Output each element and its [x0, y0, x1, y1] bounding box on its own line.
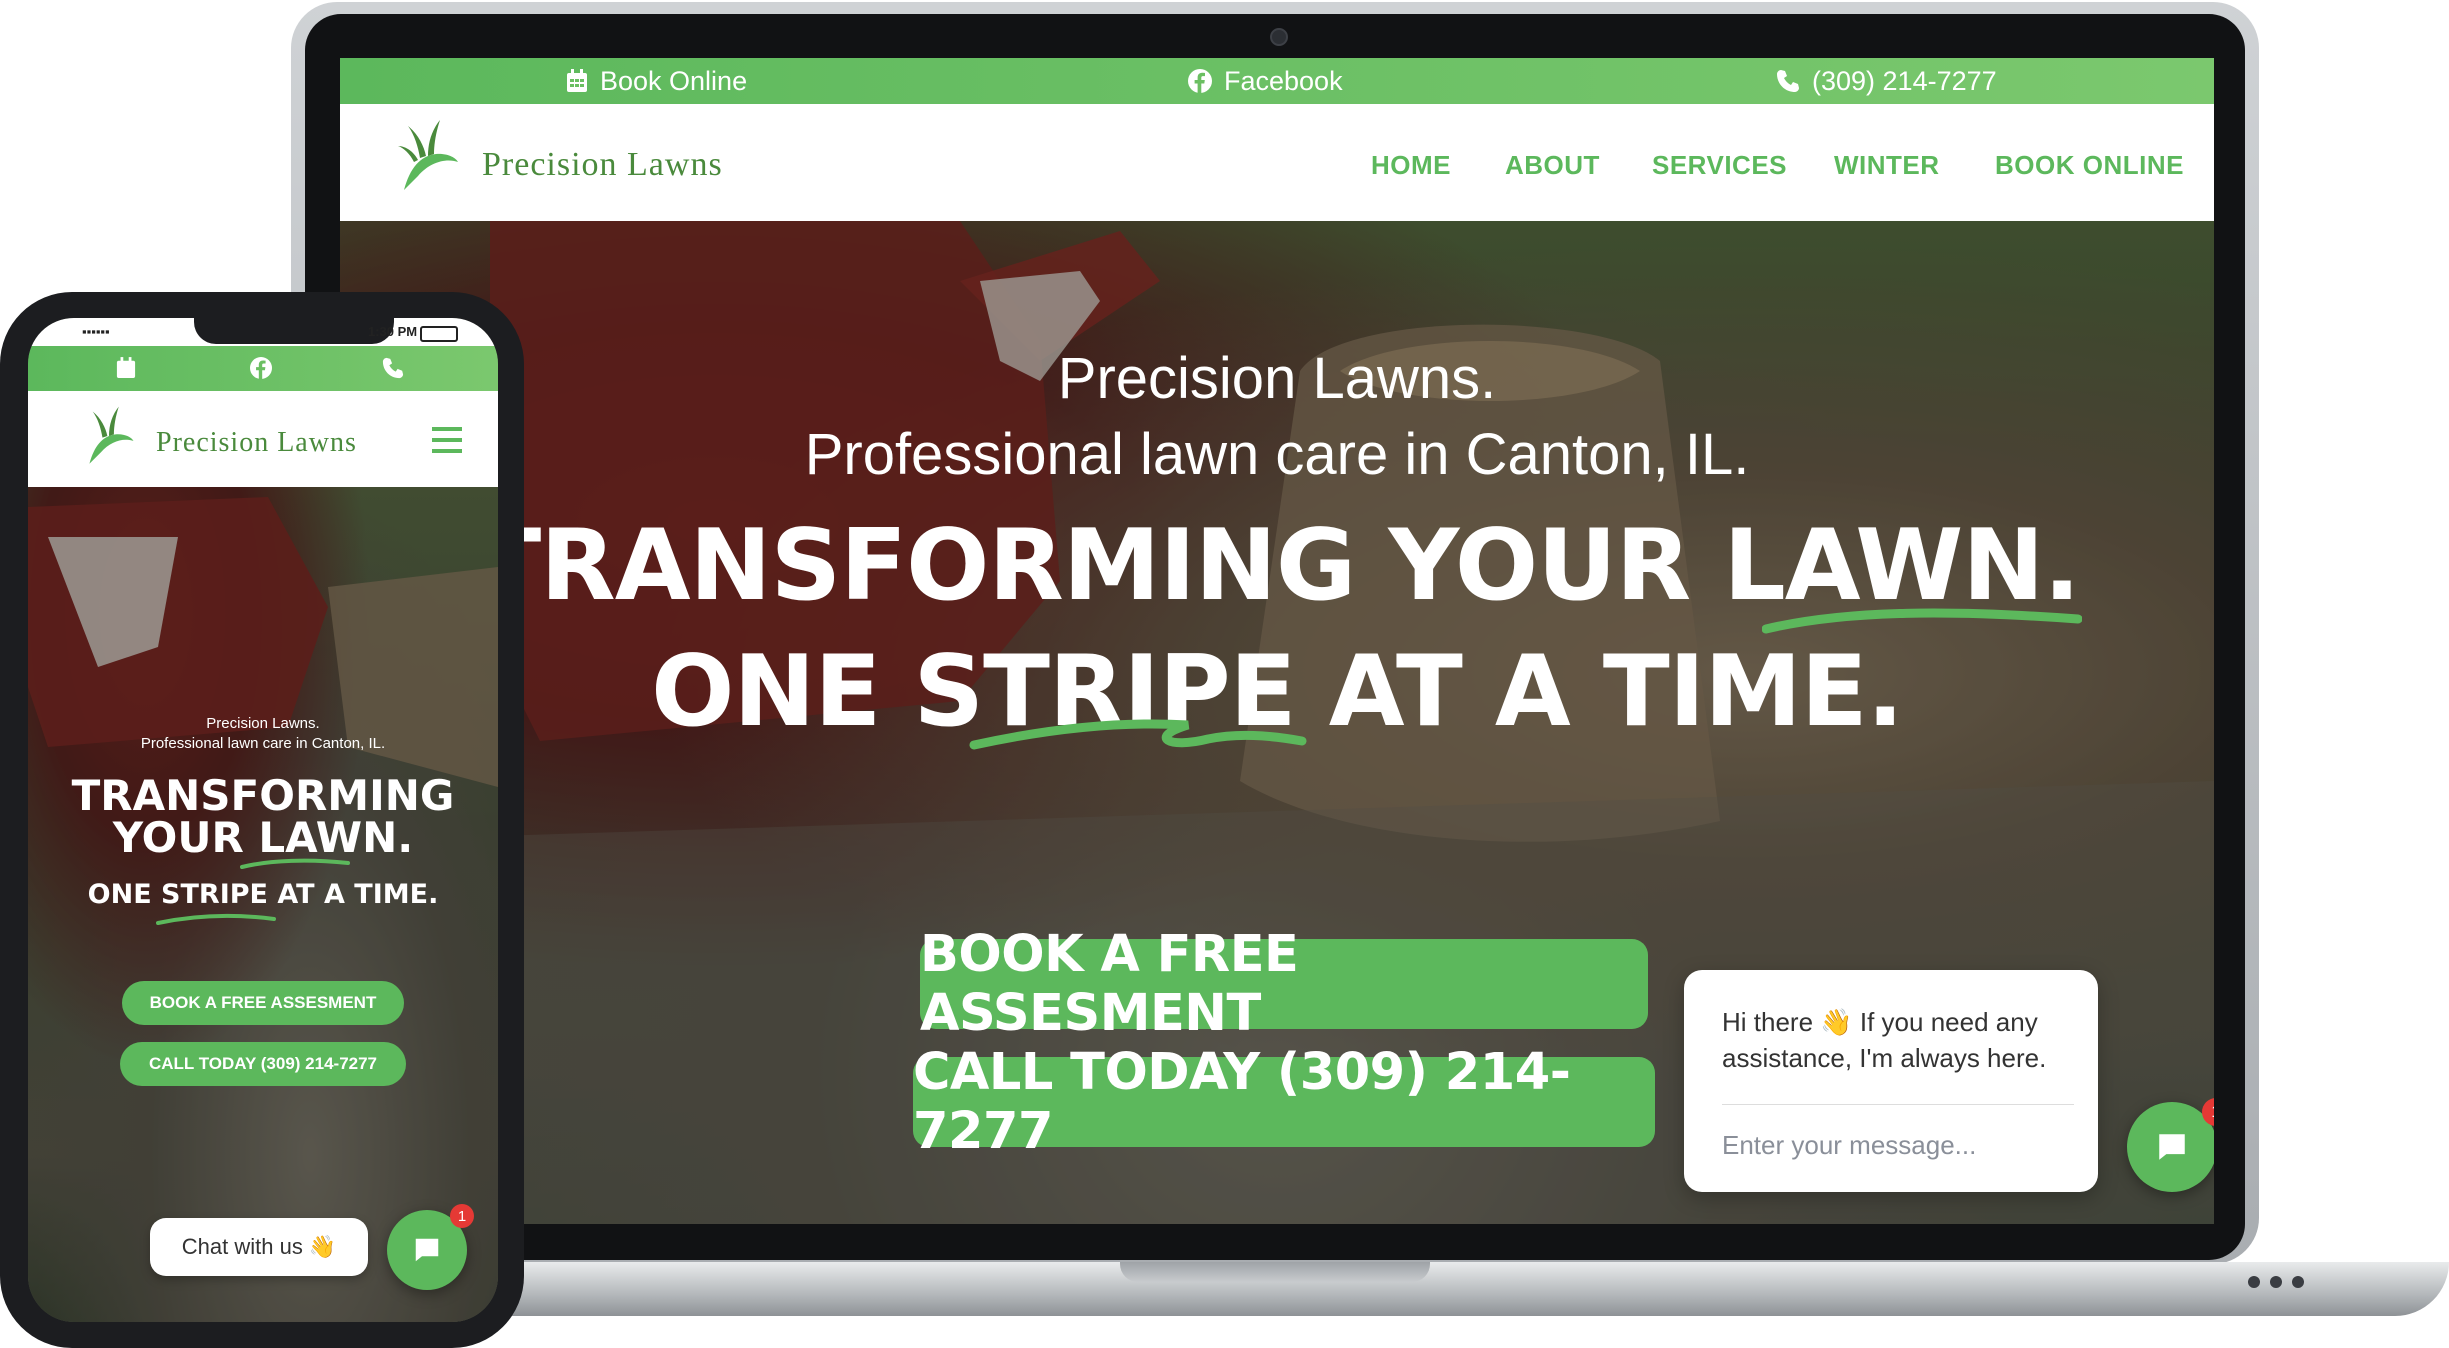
chat-launcher-button[interactable] — [2127, 1102, 2214, 1192]
wave-emoji-icon: 👋 — [1820, 1007, 1853, 1037]
facebook-icon — [1188, 69, 1212, 93]
mobile-chat-unread-badge: 1 — [450, 1204, 474, 1228]
phone-notch — [194, 318, 394, 344]
stripe-underline-swoosh — [156, 913, 276, 925]
lawn-underline-swoosh — [1762, 608, 2082, 634]
mobile-hero-line2: Professional lawn care in Canton, IL. — [140, 735, 386, 752]
battery-icon — [420, 326, 458, 342]
phone-icon — [1777, 70, 1799, 92]
chat-greeting: Hi there 👋 If you need any assistance, I… — [1722, 1004, 2072, 1076]
contact-bar: Book Online Facebook (309) 214-7277 — [340, 58, 2214, 104]
chat-popup[interactable]: Hi there 👋 If you need any assistance, I… — [1684, 970, 2098, 1192]
mobile-hero-headline-3: ONE STRIPE AT A TIME. — [87, 879, 439, 910]
main-navigation: Precision Lawns HOME ABOUT SERVICES WINT… — [340, 104, 2214, 221]
laptop-hinge-notch — [1120, 1262, 1430, 1282]
nav-about[interactable]: ABOUT — [1505, 150, 1600, 181]
phone-link[interactable]: (309) 214-7277 — [1776, 58, 1997, 104]
brand-name[interactable]: Precision Lawns — [482, 146, 723, 184]
laptop-indicator-lights — [2248, 1276, 2304, 1288]
lawn-underline-swoosh — [240, 858, 350, 869]
brand-name[interactable]: Precision Lawns — [156, 427, 357, 459]
nav-book-online[interactable]: BOOK ONLINE — [1995, 150, 2184, 181]
chat-greeting-pre: Hi there — [1722, 1007, 1814, 1037]
laptop-camera — [1270, 28, 1288, 46]
book-online-link[interactable]: Book Online — [566, 58, 747, 104]
phone-signal: ▪▪▪▪▪▪ — [82, 324, 110, 339]
chat-divider — [1722, 1104, 2074, 1105]
wave-emoji-icon: 👋 — [308, 1234, 337, 1259]
phone-label: (309) 214-7277 — [1812, 65, 1997, 96]
facebook-label: Facebook — [1224, 65, 1343, 96]
book-online-label: Book Online — [600, 65, 748, 96]
hero-line1: Precision Lawns. — [1057, 346, 1497, 411]
logo-grass-icon[interactable] — [82, 405, 136, 467]
nav-services[interactable]: SERVICES — [1652, 150, 1787, 181]
chat-with-us-pill[interactable]: Chat with us 👋 — [150, 1218, 368, 1276]
nav-winter[interactable]: WINTER — [1834, 150, 1940, 181]
mobile-navigation: Precision Lawns — [28, 391, 498, 487]
book-assessment-button[interactable]: BOOK A FREE ASSESMENT — [920, 925, 1648, 1043]
nav-home[interactable]: HOME — [1371, 150, 1451, 181]
hero-section: Precision Lawns. Professional lawn care … — [340, 221, 2214, 1224]
phone-time: 1:30 PM — [368, 324, 418, 339]
mobile-hero-line1: Precision Lawns. — [206, 715, 320, 732]
chat-bubble-icon — [415, 1238, 439, 1262]
mobile-hero-section: Precision Lawns. Professional lawn care … — [28, 487, 498, 1322]
call-today-button[interactable]: CALL TODAY (309) 214-7277 — [913, 1043, 1655, 1161]
mobile-book-assessment-button[interactable]: BOOK A FREE ASSESMENT — [122, 981, 404, 1025]
stripe-underline-swoosh — [969, 719, 1307, 750]
laptop-screen: Book Online Facebook (309) 214-7277 Prec… — [340, 58, 2214, 1224]
calendar-icon — [567, 69, 587, 92]
chat-pill-label: Chat with us — [181, 1234, 303, 1259]
facebook-link[interactable]: Facebook — [1188, 58, 1343, 104]
chat-message-input[interactable]: Enter your message... — [1722, 1130, 1976, 1161]
hamburger-menu-icon[interactable] — [432, 427, 462, 453]
facebook-icon[interactable] — [250, 357, 272, 379]
calendar-icon[interactable] — [116, 357, 136, 379]
hero-line2: Professional lawn care in Canton, IL. — [804, 422, 1750, 487]
logo-grass-icon[interactable] — [396, 118, 460, 194]
mobile-call-today-button[interactable]: CALL TODAY (309) 214-7277 — [120, 1042, 406, 1086]
chat-bubble-icon — [2159, 1134, 2185, 1160]
phone-icon[interactable] — [382, 357, 404, 379]
mobile-hero-headline-2: YOUR LAWN. — [112, 813, 414, 862]
phone-screen: ▪▪▪▪▪▪ 1:30 PM Precision Lawns Precision… — [28, 318, 498, 1322]
mobile-contact-bar — [28, 346, 498, 391]
